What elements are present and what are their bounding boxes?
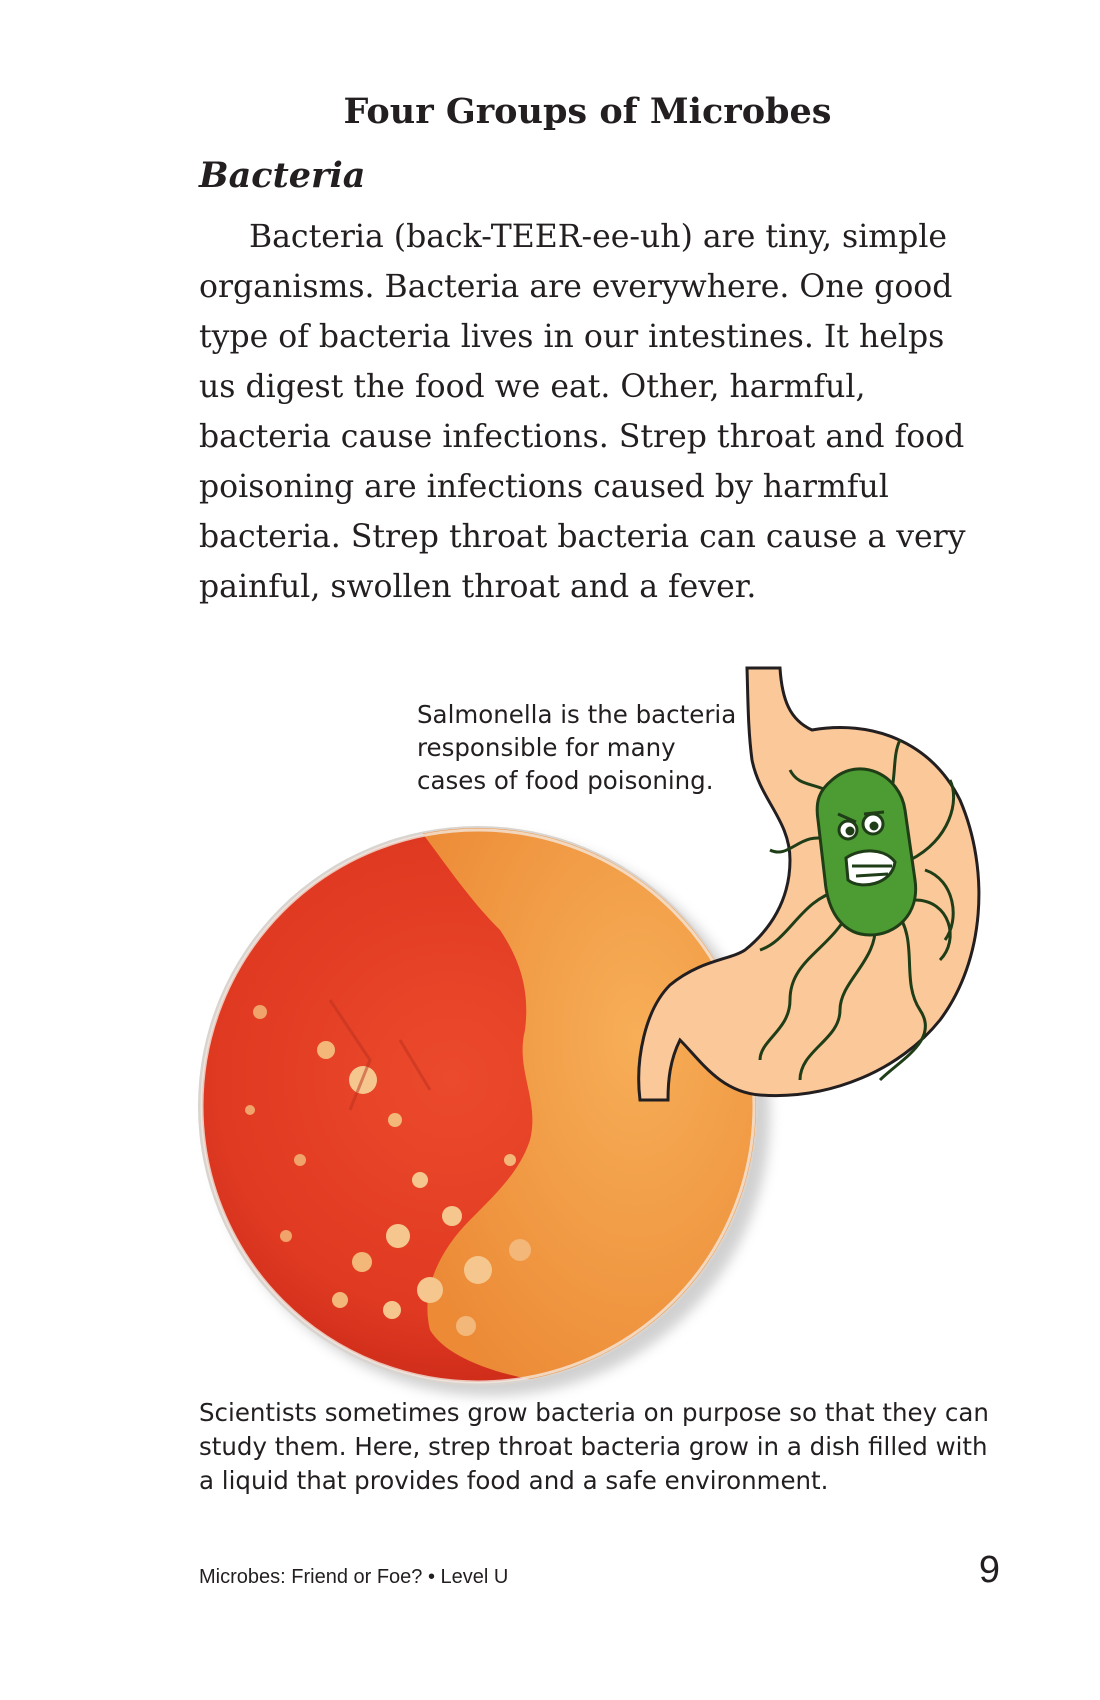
footer-book-title: Microbes: Friend or Foe? • Level U [199, 1566, 509, 1588]
page: Four Groups of Microbes Bacteria Bacteri… [0, 0, 1100, 1700]
page-number: 9 [978, 1549, 1000, 1591]
petri-dish-photo [198, 826, 770, 1396]
figure-caption: Scientists sometimes grow bacteria on pu… [199, 1398, 989, 1495]
figure-callout: Salmonella is the bacteria responsible f… [417, 700, 737, 795]
